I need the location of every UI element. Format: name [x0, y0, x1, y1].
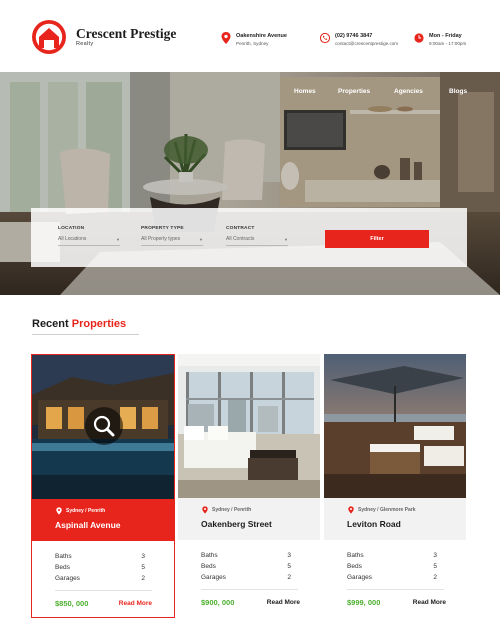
beds-value: 5 — [287, 563, 291, 570]
property-price: $850, 000 — [55, 599, 89, 608]
nav-homes[interactable]: Homes — [294, 88, 316, 95]
baths-value: 3 — [141, 553, 145, 560]
card-title-band: Sydney / Glenmore Park Leviton Road — [324, 498, 466, 540]
property-type-value: All Property types — [141, 236, 181, 242]
nav-blogs[interactable]: Blogs — [449, 88, 467, 95]
logo-house-icon[interactable] — [31, 19, 67, 55]
location-filter[interactable]: LOCATION All Locations ▼ — [58, 226, 120, 246]
clock-icon — [414, 33, 424, 43]
property-card[interactable]: Sydney / Glenmore Park Leviton Road Bath… — [324, 354, 468, 618]
chevron-down-icon: ▼ — [199, 237, 203, 242]
property-price: $900, 000 — [201, 598, 235, 607]
card-title-band: Sydney / Penrith Oakenberg Street — [178, 498, 320, 540]
location-pin-icon — [202, 506, 208, 514]
location-pin-icon — [221, 32, 231, 44]
read-more-link[interactable]: Read More — [267, 599, 300, 606]
property-card[interactable]: Sydney / Penrith Oakenberg Street Baths … — [178, 354, 322, 618]
property-card[interactable]: Sydney / Penrith Aspinall Avenue Baths 3… — [31, 354, 175, 618]
zoom-button[interactable] — [85, 407, 123, 445]
card-title-band: Sydney / Penrith Aspinall Avenue — [32, 499, 174, 541]
site-header: Crescent Prestige Realty Oakenshire Aven… — [0, 0, 500, 72]
contract-label: CONTRACT — [226, 226, 255, 231]
garages-label: Garages — [347, 574, 372, 581]
section-divider — [32, 334, 139, 335]
property-type-select[interactable]: All Property types ▼ — [141, 236, 203, 246]
garages-value: 2 — [141, 575, 145, 582]
address-line1: Oakenshire Avenue — [236, 33, 287, 39]
garages-label: Garages — [201, 574, 226, 581]
garages-value: 2 — [433, 574, 437, 581]
card-divider — [201, 589, 298, 590]
contract-value: All Contracts — [226, 236, 255, 242]
property-title[interactable]: Oakenberg Street — [201, 519, 272, 529]
read-more-link[interactable]: Read More — [119, 600, 152, 607]
beds-label: Beds — [201, 563, 216, 570]
brand-name: Crescent Prestige — [76, 26, 177, 41]
address-line2: Penrith, Sydney — [236, 41, 269, 46]
living-room-image — [178, 354, 320, 498]
hours-days: Mon - Friday — [429, 33, 462, 39]
property-title[interactable]: Leviton Road — [347, 519, 401, 529]
chevron-down-icon: ▼ — [116, 237, 120, 242]
chevron-down-icon: ▼ — [284, 237, 288, 242]
property-title[interactable]: Aspinall Avenue — [55, 520, 121, 530]
terrace-image — [324, 354, 466, 498]
card-divider — [347, 589, 444, 590]
location-pin-icon — [348, 506, 354, 514]
location-label: LOCATION — [58, 226, 85, 231]
property-search-panel: LOCATION All Locations ▼ PROPERTY TYPE A… — [31, 208, 467, 267]
contract-select[interactable]: All Contracts ▼ — [226, 236, 288, 246]
brand-subtitle: Realty — [76, 41, 94, 47]
filter-button[interactable]: Filter — [325, 230, 429, 248]
property-type-filter[interactable]: PROPERTY TYPE All Property types ▼ — [141, 226, 203, 246]
nav-properties[interactable]: Properties — [338, 88, 370, 95]
property-location: Sydney / Penrith — [212, 507, 252, 513]
property-photo[interactable] — [324, 354, 466, 498]
phone-icon — [320, 32, 330, 44]
location-select[interactable]: All Locations ▼ — [58, 236, 120, 246]
contact-email[interactable]: contact@crescentprestige.com — [335, 41, 398, 46]
nav-agencies[interactable]: Agencies — [394, 88, 423, 95]
section-title-part2: Properties — [71, 318, 127, 330]
property-location: Sydney / Penrith — [66, 508, 106, 514]
beds-label: Beds — [55, 564, 70, 571]
beds-value: 5 — [433, 563, 437, 570]
property-price: $999, 000 — [347, 598, 381, 607]
beds-value: 5 — [141, 564, 145, 571]
property-location: Sydney / Glenmore Park — [358, 507, 416, 513]
property-type-label: PROPERTY TYPE — [141, 226, 184, 231]
baths-label: Baths — [201, 552, 218, 559]
baths-value: 3 — [287, 552, 291, 559]
hours-time: 9:00am - 17:00pm — [429, 41, 467, 46]
property-photo[interactable] — [32, 355, 174, 499]
garages-value: 2 — [287, 574, 291, 581]
location-value: All Locations — [58, 236, 87, 242]
read-more-link[interactable]: Read More — [413, 599, 446, 606]
search-icon — [93, 415, 115, 437]
location-pin-icon — [56, 507, 62, 515]
baths-value: 3 — [433, 552, 437, 559]
section-title-part1: Recent — [32, 318, 69, 330]
property-photo[interactable] — [178, 354, 320, 498]
section-title: Recent Properties — [32, 318, 126, 330]
card-divider — [55, 590, 152, 591]
garages-label: Garages — [55, 575, 80, 582]
contract-filter[interactable]: CONTRACT All Contracts ▼ — [226, 226, 288, 246]
beds-label: Beds — [347, 563, 362, 570]
baths-label: Baths — [55, 553, 72, 560]
phone-number[interactable]: (02) 9746 3847 — [335, 33, 372, 39]
baths-label: Baths — [347, 552, 364, 559]
